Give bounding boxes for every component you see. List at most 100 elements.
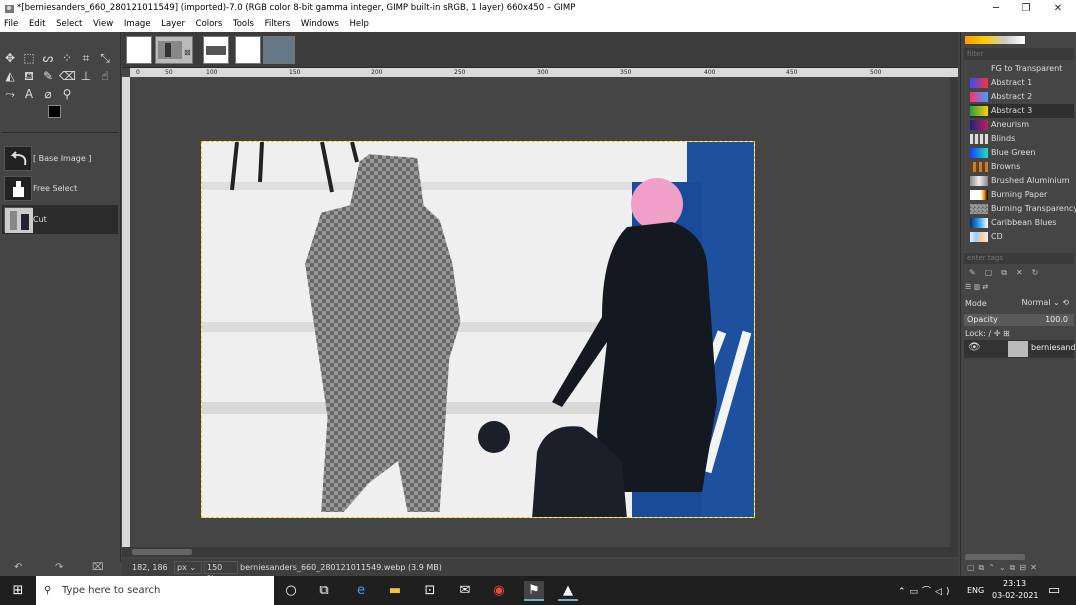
layer-name: berniesander — [1031, 343, 1076, 352]
gradient-item[interactable]: Abstract 1 — [970, 76, 1070, 90]
cortana-icon[interactable]: ○ — [281, 581, 301, 601]
rect-select-tool-icon[interactable]: ⬚ — [21, 50, 37, 66]
foreground-color-swatch[interactable] — [48, 105, 61, 118]
image-tab-2[interactable]: ⊠ — [155, 36, 193, 64]
horizontal-scrollbar-thumb[interactable] — [132, 549, 192, 555]
gimp-taskbar-icon[interactable]: ⚑ — [524, 581, 544, 601]
undo-history-item-selected[interactable]: Cut — [2, 205, 118, 234]
zoom-selector[interactable]: 150 %⌄ — [204, 561, 238, 583]
lasso-tool-icon[interactable]: ᔕ — [40, 50, 56, 66]
lock-icons[interactable]: ∕ ✛ ⊞ — [988, 329, 1009, 338]
crop-tool-icon[interactable]: ⌗ — [78, 50, 94, 66]
gradient-item[interactable]: Blue Green — [970, 146, 1070, 160]
horizontal-scrollbar[interactable] — [122, 547, 958, 557]
dock-tab-strip[interactable] — [2, 132, 118, 141]
gradient-item[interactable]: Burning Paper — [970, 188, 1070, 202]
windows-taskbar: ⊞ ⚲ Type here to search ○ ⧉ e ▬ ⊡ ✉ ◉ ⚑ … — [0, 576, 1076, 605]
minimize-button[interactable]: ─ — [981, 0, 1011, 17]
mail-icon[interactable]: ✉ — [455, 581, 475, 601]
menu-view[interactable]: View — [93, 19, 113, 29]
language-indicator[interactable]: ENG — [967, 586, 984, 595]
smudge-tool-icon[interactable]: ☝ — [97, 68, 113, 84]
menu-edit[interactable]: Edit — [29, 19, 45, 29]
mode-selector[interactable]: Normal ⌄ ⟲ — [1007, 298, 1069, 310]
taskbar-search[interactable]: ⚲ Type here to search — [36, 576, 274, 605]
gradient-item[interactable]: Caribbean Blues — [970, 216, 1070, 230]
menu-windows[interactable]: Windows — [301, 19, 339, 29]
eraser-tool-icon[interactable]: ⌫ — [59, 68, 76, 84]
file-explorer-icon[interactable]: ▬ — [385, 581, 405, 601]
clone-tool-icon[interactable]: ⊥ — [78, 68, 94, 84]
gradient-item[interactable]: Blinds — [970, 132, 1070, 146]
paths-tool-icon[interactable]: ⤳ — [2, 86, 18, 102]
image-tab-1[interactable] — [126, 36, 152, 64]
store-icon[interactable]: ⊡ — [420, 581, 440, 601]
gradient-swatch — [970, 190, 988, 200]
layers-scrollbar[interactable] — [965, 554, 1025, 560]
menu-select[interactable]: Select — [56, 19, 82, 29]
tags-input[interactable]: enter tags — [964, 253, 1074, 264]
clock-time[interactable]: 23:13 — [1003, 579, 1026, 588]
gradient-item[interactable]: Burning Transparency — [970, 202, 1076, 216]
redo-arrow-icon[interactable]: ↷ — [55, 562, 63, 573]
menu-help[interactable]: Help — [349, 19, 368, 29]
text-tool-icon[interactable]: A — [21, 86, 37, 102]
gradient-item-selected[interactable]: Abstract 3 — [970, 104, 1074, 118]
menu-colors[interactable]: Colors — [196, 19, 223, 29]
ruler-tick: 350 — [620, 69, 632, 76]
maximize-button[interactable]: ❐ — [1011, 0, 1041, 17]
photos-icon[interactable]: ▲ — [558, 581, 578, 601]
gradient-swatch — [970, 176, 988, 186]
vertical-scrollbar[interactable] — [950, 77, 958, 547]
fuzzy-select-tool-icon[interactable]: ⁘ — [59, 50, 75, 66]
title-bar: *[berniesanders_660_280121011549] (impor… — [0, 0, 1076, 17]
gradient-item[interactable]: Brushed Aluminium — [970, 174, 1070, 188]
unit-selector[interactable]: px ⌄ — [174, 561, 202, 574]
clock-date[interactable]: 03-02-2021 — [992, 591, 1039, 600]
eye-icon[interactable]: 👁 — [968, 342, 981, 353]
notifications-icon[interactable]: ▭ — [1044, 581, 1064, 601]
gradient-item[interactable]: Browns — [970, 160, 1070, 174]
gradient-item[interactable]: Aneurism — [970, 118, 1070, 132]
image-tab-4[interactable] — [235, 36, 261, 64]
windows-start-icon[interactable]: ⊞ — [8, 581, 28, 601]
menu-filters[interactable]: Filters — [265, 19, 290, 29]
free-select-thumb-icon — [4, 176, 32, 201]
dock-tab-icons[interactable] — [965, 36, 1025, 44]
warp-tool-icon[interactable]: ◭ — [2, 68, 18, 84]
menu-layer[interactable]: Layer — [161, 19, 185, 29]
tray-icons[interactable]: ⌃▭⌒◁) — [898, 584, 953, 597]
clear-history-icon[interactable]: ⌧ — [92, 562, 104, 573]
gradient-swatch — [970, 162, 988, 172]
zoom-tool-icon[interactable]: ⚲ — [59, 86, 75, 102]
gradient-actions[interactable]: ✎▢⧉✕↻ — [969, 268, 1069, 278]
move-tool-icon[interactable]: ✥ — [2, 50, 18, 66]
undo-history-item[interactable]: Free Select — [2, 174, 118, 203]
menu-tools[interactable]: Tools — [233, 19, 254, 29]
gradient-filter-input[interactable]: filter — [964, 48, 1074, 60]
paintbrush-tool-icon[interactable]: ✎ — [40, 68, 56, 84]
undo-history-item[interactable]: [ Base Image ] — [2, 144, 118, 173]
layers-tab-icons[interactable]: ☰ ▥ ⇄ — [965, 283, 1073, 293]
undo-arrow-icon[interactable]: ↶ — [14, 562, 22, 573]
image-tab-3[interactable] — [203, 36, 229, 64]
close-button[interactable]: ✕ — [1043, 0, 1073, 17]
image-canvas[interactable] — [201, 141, 755, 518]
bucket-fill-tool-icon[interactable]: ⛾ — [21, 68, 37, 84]
toolbox-panel: ✥ ⬚ ᔕ ⁘ ⌗ ⤡ ◭ ⛾ ✎ ⌫ ⊥ ☝ ⤳ A ⌀ ⚲ [ Base I… — [0, 32, 121, 573]
gradient-item[interactable]: Abstract 2 — [970, 90, 1070, 104]
chrome-icon[interactable]: ◉ — [489, 581, 509, 601]
transform-tool-icon[interactable]: ⤡ — [97, 50, 113, 66]
gradient-item[interactable]: CD — [970, 230, 1070, 244]
layer-actions[interactable]: ▢⧉⌃⌄⧉⊟✕ — [967, 563, 1073, 573]
menu-image[interactable]: Image — [124, 19, 151, 29]
task-view-icon[interactable]: ⧉ — [314, 581, 334, 601]
gradient-swatch — [970, 92, 988, 102]
layer-row[interactable]: 👁 berniesander — [964, 340, 1076, 358]
gradient-item[interactable]: FG to Transparent — [970, 62, 1070, 76]
menu-file[interactable]: File — [4, 19, 18, 29]
color-picker-tool-icon[interactable]: ⌀ — [40, 86, 56, 102]
image-tab-5[interactable] — [263, 36, 295, 64]
edge-icon[interactable]: e — [351, 581, 371, 601]
opacity-slider[interactable]: Opacity 100.0 — [964, 314, 1074, 326]
